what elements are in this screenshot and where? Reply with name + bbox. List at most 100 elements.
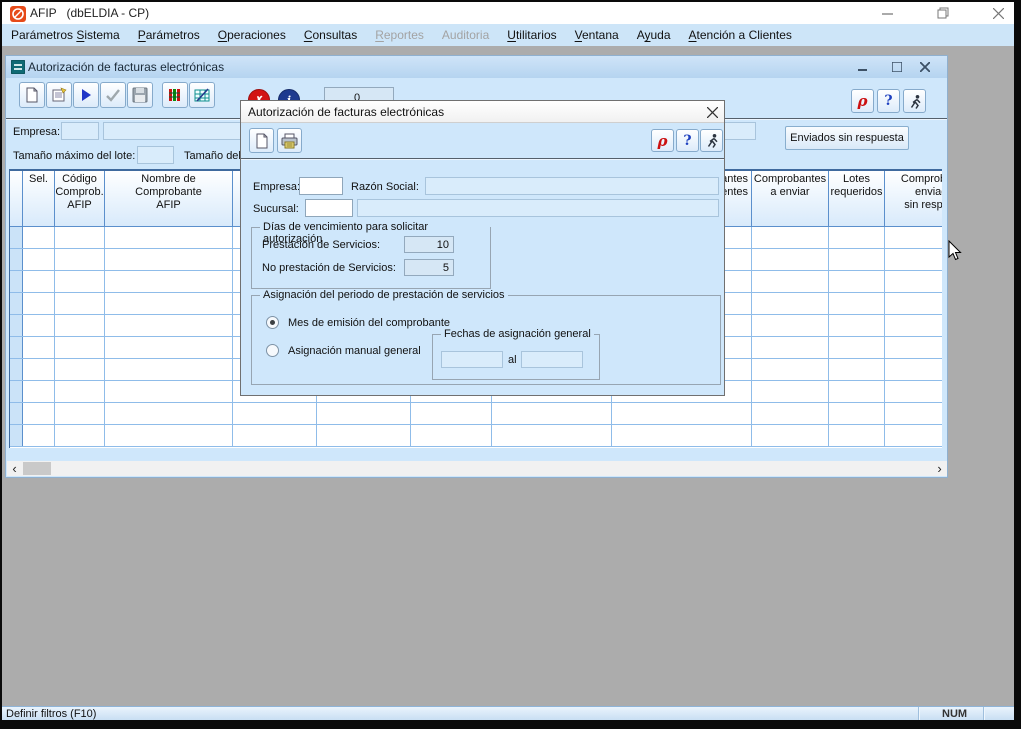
cell-col-marker[interactable] (10, 425, 23, 446)
horizontal-scrollbar[interactable]: ‹ › (7, 461, 947, 476)
cell-col-pendientes[interactable] (612, 425, 752, 446)
cell-col-pendientes[interactable] (612, 403, 752, 424)
cell-col-enviados-sin-respuesta[interactable] (885, 227, 942, 248)
cell-col-lotes[interactable] (829, 337, 885, 358)
menu-item-consultas[interactable]: Consultas (295, 24, 366, 46)
cell-col-marker[interactable] (10, 315, 23, 336)
lote-maximo-field[interactable] (137, 146, 174, 164)
cell-col-marker[interactable] (10, 271, 23, 292)
cell-col-codigo-afip[interactable] (55, 425, 105, 446)
radio-asignacion-manual[interactable] (266, 344, 279, 357)
dialog-exit-button[interactable] (700, 129, 723, 152)
cell-col-sel[interactable] (23, 227, 55, 248)
cell-col-lotes[interactable] (829, 227, 885, 248)
no-prestacion-field[interactable]: 5 (404, 259, 454, 276)
cell-col-hidden-4[interactable] (492, 425, 612, 446)
cell-col-marker[interactable] (10, 337, 23, 358)
cell-col-a-enviar[interactable] (752, 227, 829, 248)
cell-col-nombre-afip[interactable] (105, 403, 233, 424)
dialog-close-button[interactable] (701, 103, 723, 121)
child-maximize-button[interactable] (886, 58, 908, 76)
cell-col-sel[interactable] (23, 359, 55, 380)
child-close-button[interactable] (914, 58, 936, 76)
cell-col-lotes[interactable] (829, 425, 885, 446)
scroll-left-arrow[interactable]: ‹ (7, 461, 22, 476)
menu-item-parametros[interactable]: Parámetros (129, 24, 209, 46)
cell-col-lotes[interactable] (829, 271, 885, 292)
cell-col-a-enviar[interactable] (752, 271, 829, 292)
cell-col-hidden-3[interactable] (411, 425, 492, 446)
cell-col-a-enviar[interactable] (752, 293, 829, 314)
cell-col-a-enviar[interactable] (752, 425, 829, 446)
cell-col-sel[interactable] (23, 271, 55, 292)
cell-col-marker[interactable] (10, 403, 23, 424)
menu-item-operaciones[interactable]: Operaciones (209, 24, 295, 46)
cell-col-codigo-afip[interactable] (55, 315, 105, 336)
help-button[interactable]: ? (877, 89, 900, 113)
cell-col-marker[interactable] (10, 249, 23, 270)
minimize-button[interactable] (872, 3, 902, 23)
cell-col-lotes[interactable] (829, 293, 885, 314)
enviados-sin-respuesta-button[interactable]: Enviados sin respuesta (785, 126, 909, 150)
cell-col-nombre-afip[interactable] (105, 271, 233, 292)
cell-col-sel[interactable] (23, 315, 55, 336)
table-row[interactable] (10, 403, 942, 425)
dialog-title-bar[interactable]: Autorización de facturas electrónicas (241, 101, 724, 123)
cell-col-sel[interactable] (23, 337, 55, 358)
radio-mes-emision[interactable] (266, 316, 279, 329)
cell-col-enviados-sin-respuesta[interactable] (885, 293, 942, 314)
menu-item-parametros-sistema[interactable]: Parámetros Sistema (2, 24, 129, 46)
radio-mes-emision-label[interactable]: Mes de emisión del comprobante (288, 317, 450, 329)
cell-col-hidden-2[interactable] (317, 403, 411, 424)
cell-col-codigo-afip[interactable] (55, 271, 105, 292)
header-col-nombre-afip[interactable]: Nombre de Comprobante AFIP (105, 171, 233, 226)
child-minimize-button[interactable] (851, 58, 873, 76)
dialog-print-button[interactable] (277, 128, 302, 153)
cell-col-hidden-1[interactable] (233, 425, 317, 446)
dialog-sucursal-field[interactable] (305, 199, 353, 217)
dialog-filter-rho-button[interactable]: ρ (651, 129, 674, 152)
cell-col-enviados-sin-respuesta[interactable] (885, 315, 942, 336)
cell-col-codigo-afip[interactable] (55, 337, 105, 358)
cell-col-codigo-afip[interactable] (55, 249, 105, 270)
cell-col-enviados-sin-respuesta[interactable] (885, 271, 942, 292)
prestacion-field[interactable]: 10 (404, 236, 454, 253)
cell-col-sel[interactable] (23, 403, 55, 424)
cell-col-a-enviar[interactable] (752, 315, 829, 336)
cell-col-enviados-sin-respuesta[interactable] (885, 381, 942, 402)
table-row[interactable] (10, 425, 942, 447)
cell-col-nombre-afip[interactable] (105, 227, 233, 248)
header-col-codigo-afip[interactable]: Código Comprob. AFIP (55, 171, 105, 226)
cell-col-a-enviar[interactable] (752, 403, 829, 424)
cell-col-lotes[interactable] (829, 249, 885, 270)
cell-col-nombre-afip[interactable] (105, 381, 233, 402)
menu-item-atencion-a-clientes[interactable]: Atención a Clientes (680, 24, 801, 46)
cell-col-codigo-afip[interactable] (55, 403, 105, 424)
cell-col-marker[interactable] (10, 359, 23, 380)
exit-button[interactable] (903, 89, 926, 113)
cell-col-nombre-afip[interactable] (105, 315, 233, 336)
restore-button[interactable] (928, 3, 958, 23)
cell-col-enviados-sin-respuesta[interactable] (885, 249, 942, 270)
cell-col-a-enviar[interactable] (752, 359, 829, 380)
empresa-code-field[interactable] (61, 122, 99, 140)
cell-col-marker[interactable] (10, 227, 23, 248)
cell-col-lotes[interactable] (829, 359, 885, 380)
dialog-help-button[interactable]: ? (676, 129, 699, 152)
cell-col-codigo-afip[interactable] (55, 227, 105, 248)
cell-col-a-enviar[interactable] (752, 381, 829, 402)
new-document-button[interactable] (19, 82, 45, 108)
cell-col-lotes[interactable] (829, 403, 885, 424)
filter-columns-button[interactable] (162, 82, 188, 108)
cell-col-nombre-afip[interactable] (105, 359, 233, 380)
cell-col-lotes[interactable] (829, 315, 885, 336)
child-title-bar[interactable]: Autorización de facturas electrónicas (6, 56, 947, 78)
cell-col-enviados-sin-respuesta[interactable] (885, 359, 942, 380)
cell-col-codigo-afip[interactable] (55, 381, 105, 402)
header-col-marker[interactable] (10, 171, 23, 226)
cell-col-nombre-afip[interactable] (105, 337, 233, 358)
cell-col-enviados-sin-respuesta[interactable] (885, 425, 942, 446)
cell-col-sel[interactable] (23, 293, 55, 314)
dialog-new-document-button[interactable] (249, 128, 274, 153)
close-button[interactable] (983, 3, 1013, 23)
